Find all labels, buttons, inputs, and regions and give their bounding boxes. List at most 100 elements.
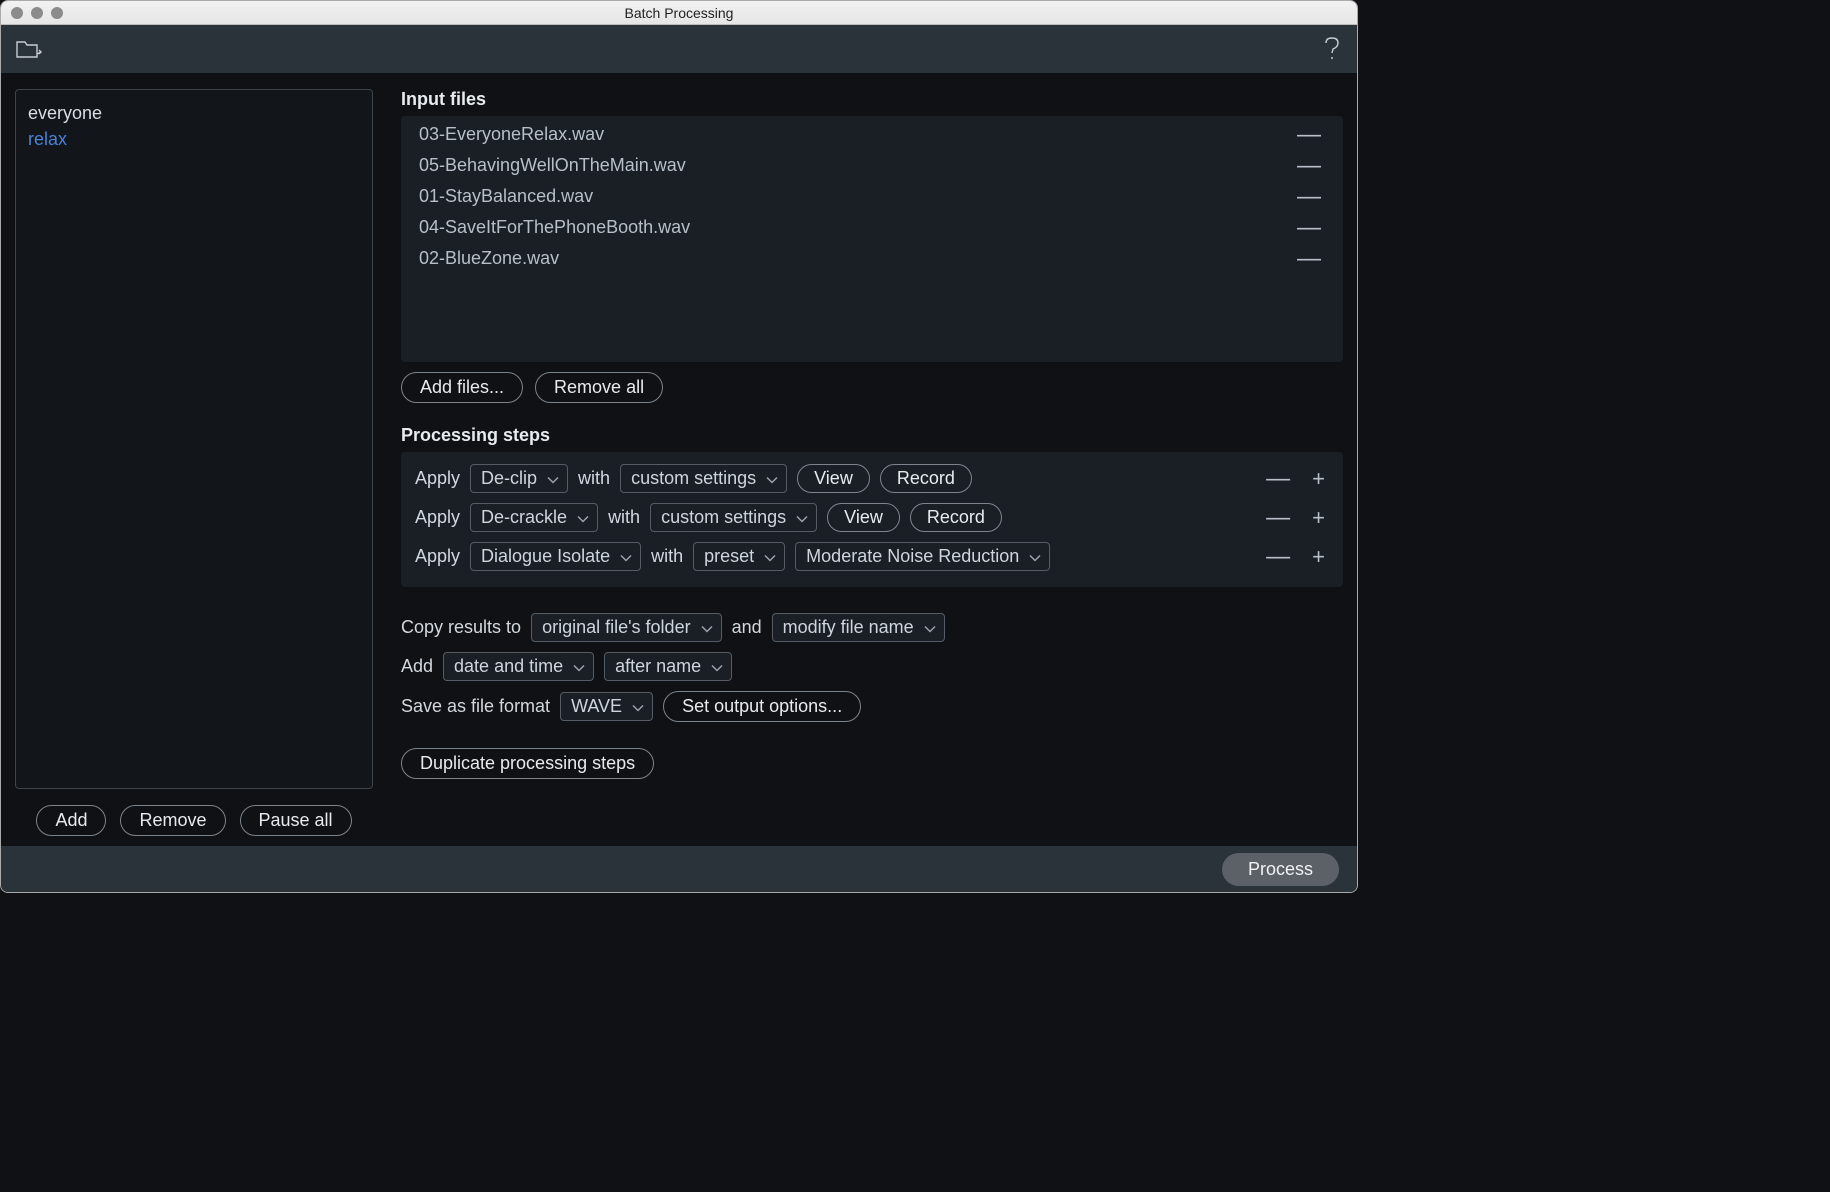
chevron-down-icon	[547, 468, 559, 489]
chevron-down-icon	[711, 656, 723, 677]
add-where-value: after name	[615, 656, 701, 677]
name-action-select[interactable]: modify file name	[772, 613, 945, 642]
zoom-window-icon[interactable]	[51, 7, 63, 19]
format-value: WAVE	[571, 696, 622, 717]
add-preset-button[interactable]: Add	[36, 805, 106, 836]
input-file-name: 01-StayBalanced.wav	[419, 186, 593, 207]
settings-type-select[interactable]: custom settings	[650, 503, 817, 532]
open-folder-button[interactable]	[15, 36, 43, 62]
chevron-down-icon	[796, 507, 808, 528]
chevron-down-icon	[924, 617, 936, 638]
apply-label: Apply	[415, 507, 460, 528]
processing-step-row: Apply De-clip with custom settings View Recor…	[415, 464, 1329, 493]
input-file-row[interactable]: 05-BehavingWellOnTheMain.wav —	[401, 150, 1343, 181]
remove-file-icon[interactable]: —	[1293, 128, 1325, 142]
preset-select[interactable]: Moderate Noise Reduction	[795, 542, 1050, 571]
module-select[interactable]: De-crackle	[470, 503, 598, 532]
close-window-icon[interactable]	[11, 7, 23, 19]
processing-step-row: ApplyDe-cracklewithcustom settingsViewRe…	[415, 503, 1329, 532]
sidebar-actions: Add Remove Pause all	[15, 805, 373, 836]
with-label: with	[578, 468, 610, 489]
add-what-value: date and time	[454, 656, 563, 677]
input-file-row[interactable]: 02-BlueZone.wav—	[401, 243, 1343, 274]
apply-label: Apply	[415, 546, 460, 567]
settings-type-value: custom settings	[631, 468, 756, 489]
add-step-icon[interactable]: +	[1308, 550, 1329, 564]
destination-value: original file's folder	[542, 617, 691, 638]
processing-steps-list: Apply De-clip with custom settings View Recor…	[401, 452, 1343, 587]
pause-all-button[interactable]: Pause all	[240, 805, 352, 836]
chevron-down-icon	[577, 507, 589, 528]
preset-item-relax[interactable]: relax	[28, 126, 360, 152]
input-file-name: 05-BehavingWellOnTheMain.wav	[419, 155, 686, 176]
footer-bar: Process	[1, 846, 1357, 892]
processing-steps-heading: Processing steps	[401, 425, 1343, 446]
processing-step-row: Apply Dialogue Isolate with preset Moderate …	[415, 542, 1329, 571]
remove-file-icon[interactable]: —	[1293, 159, 1325, 173]
add-step-icon[interactable]: +	[1308, 472, 1329, 486]
add-what-select[interactable]: date and time	[443, 652, 594, 681]
module-value: De-crackle	[481, 507, 567, 528]
settings-type-value: preset	[704, 546, 754, 567]
remove-all-files-button[interactable]: Remove all	[535, 372, 663, 403]
add-suffix-row: Add date and time after name	[401, 652, 1343, 681]
name-action-value: modify file name	[783, 617, 914, 638]
chevron-down-icon	[573, 656, 585, 677]
add-where-select[interactable]: after name	[604, 652, 732, 681]
add-step-icon[interactable]: +	[1308, 511, 1329, 525]
input-file-row[interactable]: 03-EveryoneRelax.wav—	[401, 116, 1343, 150]
apply-label: Apply	[415, 468, 460, 489]
copy-results-row: Copy results to original file's folder a…	[401, 613, 1343, 642]
preset-item-everyone[interactable]: everyone	[28, 100, 360, 126]
remove-step-icon[interactable]: —	[1262, 511, 1294, 525]
with-label: with	[651, 546, 683, 567]
input-file-row[interactable]: 04-SaveItForThePhoneBooth.wav —	[401, 212, 1343, 243]
sidebar: everyone relax Add Remove Pause all	[15, 89, 373, 836]
view-button[interactable]: View	[827, 503, 900, 532]
preset-value: Moderate Noise Reduction	[806, 546, 1019, 567]
chevron-down-icon	[766, 468, 778, 489]
remove-file-icon[interactable]: —	[1293, 252, 1325, 266]
settings-type-select[interactable]: custom settings	[620, 464, 787, 493]
remove-preset-button[interactable]: Remove	[120, 805, 225, 836]
processing-steps-section: Processing steps Apply De-clip with custom …	[401, 425, 1343, 587]
file-actions: Add files... Remove all	[401, 372, 1343, 403]
input-file-row[interactable]: 01-StayBalanced.wav —	[401, 181, 1343, 212]
module-select[interactable]: Dialogue Isolate	[470, 542, 641, 571]
remove-file-icon[interactable]: —	[1293, 190, 1325, 204]
remove-file-icon[interactable]: —	[1293, 221, 1325, 235]
step-row-actions: —+	[1262, 511, 1329, 525]
add-files-button[interactable]: Add files...	[401, 372, 523, 403]
input-files-section: Input files 03-EveryoneRelax.wav—05-Beha…	[401, 89, 1343, 403]
settings-type-select[interactable]: preset	[693, 542, 785, 571]
destination-select[interactable]: original file's folder	[531, 613, 722, 642]
minimize-window-icon[interactable]	[31, 7, 43, 19]
main-area: everyone relax Add Remove Pause all Inpu…	[1, 73, 1357, 846]
titlebar: Batch Processing	[1, 1, 1357, 25]
window-title: Batch Processing	[625, 5, 734, 21]
batch-processing-window: Batch Processing everyone relax Add	[0, 0, 1358, 893]
chevron-down-icon	[764, 546, 776, 567]
module-select[interactable]: De-clip	[470, 464, 568, 493]
input-files-heading: Input files	[401, 89, 1343, 110]
input-file-name: 04-SaveItForThePhoneBooth.wav	[419, 217, 690, 238]
traffic-lights	[1, 7, 63, 19]
remove-step-icon[interactable]: —	[1262, 550, 1294, 564]
remove-step-icon[interactable]: —	[1262, 472, 1294, 486]
set-output-options-button[interactable]: Set output options...	[663, 691, 861, 722]
output-section: Copy results to original file's folder a…	[401, 613, 1343, 779]
help-button[interactable]	[1321, 35, 1343, 63]
copy-results-label: Copy results to	[401, 617, 521, 638]
preset-list: everyone relax	[15, 89, 373, 789]
save-as-label: Save as file format	[401, 696, 550, 717]
record-button[interactable]: Record	[880, 464, 972, 493]
module-value: Dialogue Isolate	[481, 546, 610, 567]
save-format-row: Save as file format WAVE Set output opti…	[401, 691, 1343, 722]
format-select[interactable]: WAVE	[560, 692, 653, 721]
module-value: De-clip	[481, 468, 537, 489]
process-button[interactable]: Process	[1222, 853, 1339, 886]
view-button[interactable]: View	[797, 464, 870, 493]
input-files-list: 03-EveryoneRelax.wav—05-BehavingWellOnTh…	[401, 116, 1343, 362]
record-button[interactable]: Record	[910, 503, 1002, 532]
duplicate-steps-button[interactable]: Duplicate processing steps	[401, 748, 654, 779]
